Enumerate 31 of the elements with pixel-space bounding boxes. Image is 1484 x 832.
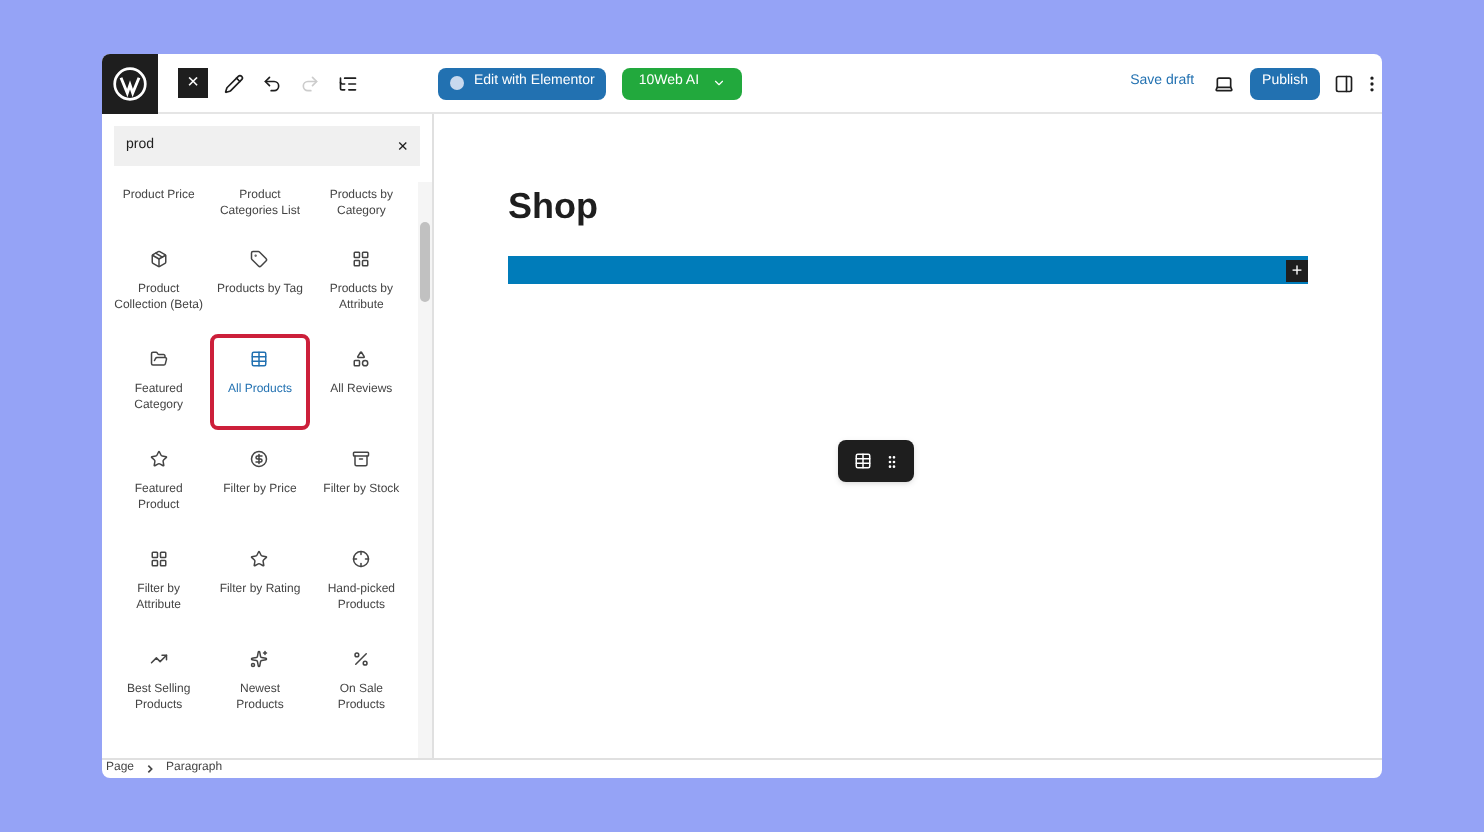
list-view-icon[interactable] [338,73,358,93]
block-icon [149,350,168,368]
caret-icon [711,76,726,90]
block-icon [352,450,371,468]
edit-icon[interactable] [224,73,244,93]
laptop-icon[interactable] [1214,73,1235,93]
chevron-icon [146,764,155,774]
block-icon [352,550,371,568]
add-block-button[interactable]: + [1286,259,1308,281]
sidebar-toggle-icon[interactable] [1334,73,1354,93]
block-icon [149,450,168,468]
products-block[interactable]: + [508,256,1308,284]
block-icon [250,550,269,568]
page-title: Shop [508,188,600,224]
block-icon [149,250,168,268]
scrollbar[interactable] [418,182,432,758]
block-icon [250,450,269,468]
clear-search-button[interactable]: × [397,137,408,155]
undo-icon[interactable] [262,73,282,93]
block-icon [352,250,371,268]
table-icon[interactable] [853,452,871,470]
block-icon [149,550,168,568]
close-button[interactable]: × [178,68,208,98]
block-icon [250,350,269,368]
drag-handle-icon[interactable] [883,453,899,469]
wordpress-logo-icon[interactable] [102,54,158,113]
block-icon [250,250,269,268]
block-icon [352,650,371,668]
block-icon [250,650,269,668]
block-icon [352,350,371,368]
block-icon [149,650,168,668]
